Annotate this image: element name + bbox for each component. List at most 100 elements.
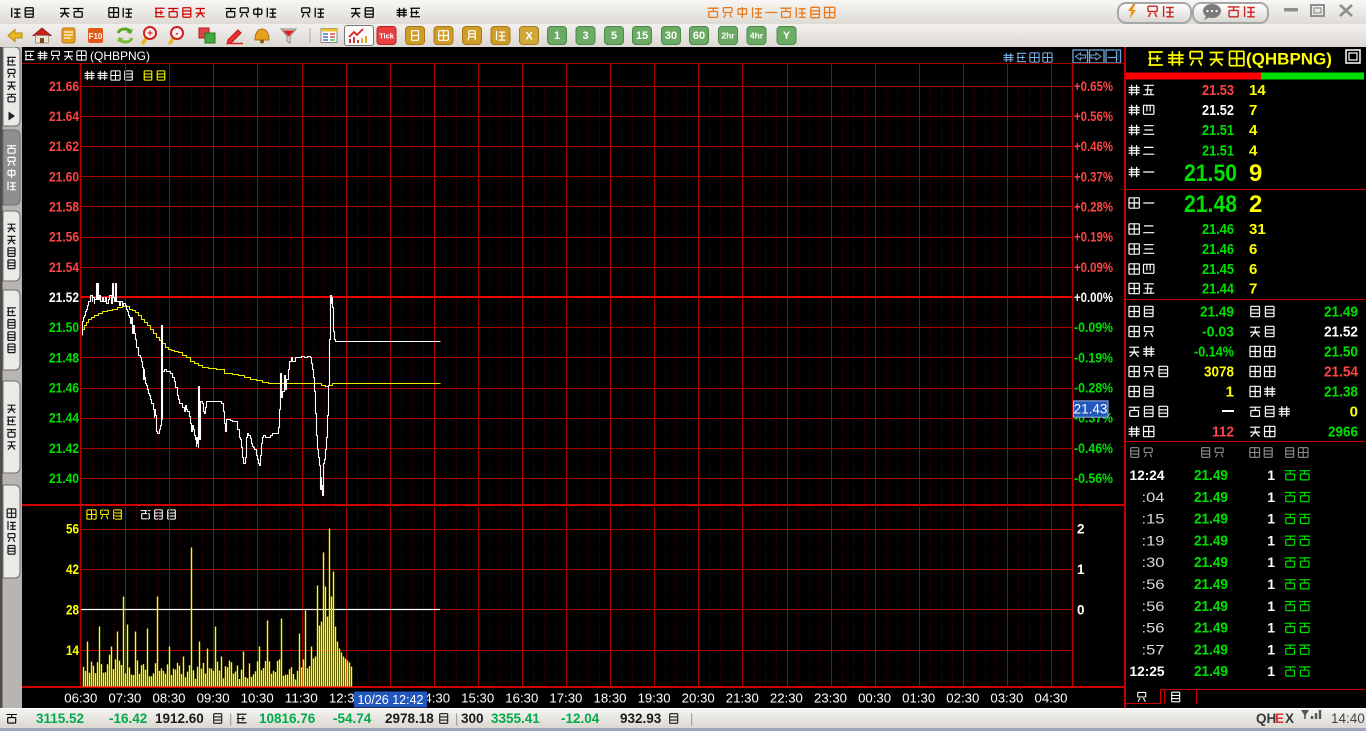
- svg-text:21.49: 21.49: [1194, 532, 1228, 549]
- svg-text:21.46: 21.46: [1202, 221, 1234, 238]
- svg-text:21.60: 21.60: [49, 169, 79, 184]
- svg-text:21.58: 21.58: [49, 200, 79, 215]
- svg-text:1: 1: [1267, 532, 1275, 548]
- svg-text:1912.60: 1912.60: [155, 711, 204, 726]
- svg-text:21.52: 21.52: [1202, 102, 1234, 119]
- svg-text:17:30: 17:30: [549, 691, 582, 706]
- svg-text:31: 31: [1249, 221, 1266, 238]
- svg-text:1: 1: [1267, 598, 1275, 614]
- svg-text:21.44: 21.44: [1202, 281, 1235, 298]
- svg-text:42: 42: [66, 562, 79, 577]
- svg-text:1: 1: [1226, 384, 1234, 401]
- svg-text:07:30: 07:30: [108, 691, 141, 706]
- svg-text:-0.19%: -0.19%: [1074, 350, 1113, 365]
- svg-text:12:25: 12:25: [1130, 664, 1165, 679]
- svg-text:112: 112: [1212, 424, 1234, 441]
- svg-text:|: |: [229, 711, 232, 726]
- svg-text:21.51: 21.51: [1202, 122, 1234, 139]
- svg-text:21.49: 21.49: [1194, 598, 1228, 615]
- svg-text:-: -: [175, 29, 178, 40]
- svg-text::30: :30: [1142, 555, 1165, 570]
- svg-text:01:30: 01:30: [902, 691, 935, 706]
- svg-text:21.45: 21.45: [1202, 261, 1234, 278]
- svg-text:1: 1: [1267, 620, 1275, 636]
- svg-text:21.49: 21.49: [1194, 554, 1228, 571]
- svg-text::56: :56: [1142, 621, 1165, 636]
- svg-text:22:30: 22:30: [770, 691, 803, 706]
- svg-text:Y: Y: [783, 30, 791, 42]
- svg-text:56: 56: [66, 522, 79, 537]
- svg-text:(QHBPNG): (QHBPNG): [90, 49, 150, 63]
- svg-text:11:30: 11:30: [285, 691, 318, 706]
- svg-text:10/26 12:42: 10/26 12:42: [357, 693, 423, 707]
- svg-text:1: 1: [1267, 576, 1275, 592]
- svg-text:X: X: [525, 31, 533, 43]
- svg-text:932.93: 932.93: [620, 711, 662, 726]
- svg-text:21.49: 21.49: [1194, 576, 1228, 593]
- svg-text:21.52: 21.52: [1324, 324, 1358, 341]
- svg-text:+0.09%: +0.09%: [1074, 260, 1113, 275]
- svg-text:21.50: 21.50: [1184, 160, 1237, 187]
- svg-text:14:40: 14:40: [1331, 711, 1365, 726]
- svg-text:21.53: 21.53: [1202, 82, 1234, 99]
- svg-text:+0.00%: +0.00%: [1074, 290, 1113, 305]
- svg-text:21.52: 21.52: [49, 290, 79, 305]
- svg-text:X: X: [1285, 711, 1294, 726]
- svg-text::04: :04: [1142, 490, 1166, 505]
- svg-text:7: 7: [1249, 281, 1257, 298]
- svg-text:2978.18: 2978.18: [385, 711, 434, 726]
- svg-text:+0.56%: +0.56%: [1074, 109, 1113, 124]
- svg-text:+0.65%: +0.65%: [1074, 79, 1113, 94]
- svg-text:9: 9: [1249, 160, 1262, 187]
- svg-text:14: 14: [1249, 82, 1266, 99]
- svg-text:21.40: 21.40: [49, 471, 79, 486]
- svg-text:2: 2: [1249, 191, 1262, 218]
- svg-text:-0.14%: -0.14%: [1194, 344, 1234, 361]
- svg-text:3115.52: 3115.52: [36, 711, 84, 726]
- svg-text:2hr: 2hr: [721, 31, 735, 41]
- svg-text:28: 28: [66, 603, 79, 618]
- svg-text:-16.42: -16.42: [109, 711, 147, 726]
- svg-text:21.49: 21.49: [1194, 489, 1228, 506]
- svg-text:1: 1: [1267, 511, 1275, 527]
- svg-text:-0.09%: -0.09%: [1074, 320, 1113, 335]
- svg-text:21.42: 21.42: [49, 441, 79, 456]
- svg-text::56: :56: [1142, 577, 1165, 592]
- svg-text:2966: 2966: [1328, 424, 1358, 441]
- svg-text:21.54: 21.54: [1324, 364, 1359, 381]
- svg-text:300: 300: [461, 711, 484, 726]
- svg-text:-0.28%: -0.28%: [1074, 381, 1113, 396]
- svg-text:|: |: [690, 711, 693, 726]
- svg-text:+: +: [147, 29, 153, 40]
- svg-text:+0.46%: +0.46%: [1074, 139, 1113, 154]
- svg-text:21.54: 21.54: [49, 260, 79, 275]
- svg-text:21.46: 21.46: [1202, 241, 1234, 258]
- svg-text:21.51: 21.51: [1202, 143, 1234, 160]
- svg-text:19:30: 19:30: [638, 691, 671, 706]
- svg-text:21.49: 21.49: [1200, 304, 1234, 321]
- svg-text:4: 4: [1249, 143, 1258, 160]
- svg-text:21.44: 21.44: [49, 411, 79, 426]
- svg-text:1: 1: [1077, 562, 1085, 577]
- svg-text:18:30: 18:30: [594, 691, 627, 706]
- svg-text:23:30: 23:30: [814, 691, 847, 706]
- svg-text:-54.74: -54.74: [333, 711, 372, 726]
- svg-text:10816.76: 10816.76: [259, 711, 316, 726]
- svg-text:02:30: 02:30: [946, 691, 979, 706]
- svg-text:04:30: 04:30: [1035, 691, 1068, 706]
- svg-text:20:30: 20:30: [682, 691, 715, 706]
- svg-text:00:30: 00:30: [858, 691, 891, 706]
- svg-text:1: 1: [1267, 663, 1275, 679]
- svg-text:-0.46%: -0.46%: [1074, 441, 1113, 456]
- svg-text:21.50: 21.50: [49, 320, 79, 335]
- svg-text:30: 30: [665, 30, 677, 42]
- svg-text::56: :56: [1142, 599, 1165, 614]
- svg-text:21.38: 21.38: [1324, 384, 1358, 401]
- svg-text:21.49: 21.49: [1194, 467, 1228, 484]
- svg-text:21.46: 21.46: [49, 381, 79, 396]
- svg-text:1: 1: [1267, 489, 1275, 505]
- svg-text:21.48: 21.48: [49, 350, 79, 365]
- svg-text:21.49: 21.49: [1194, 511, 1228, 528]
- svg-text:6: 6: [1249, 261, 1257, 278]
- svg-text:21.66: 21.66: [49, 79, 79, 94]
